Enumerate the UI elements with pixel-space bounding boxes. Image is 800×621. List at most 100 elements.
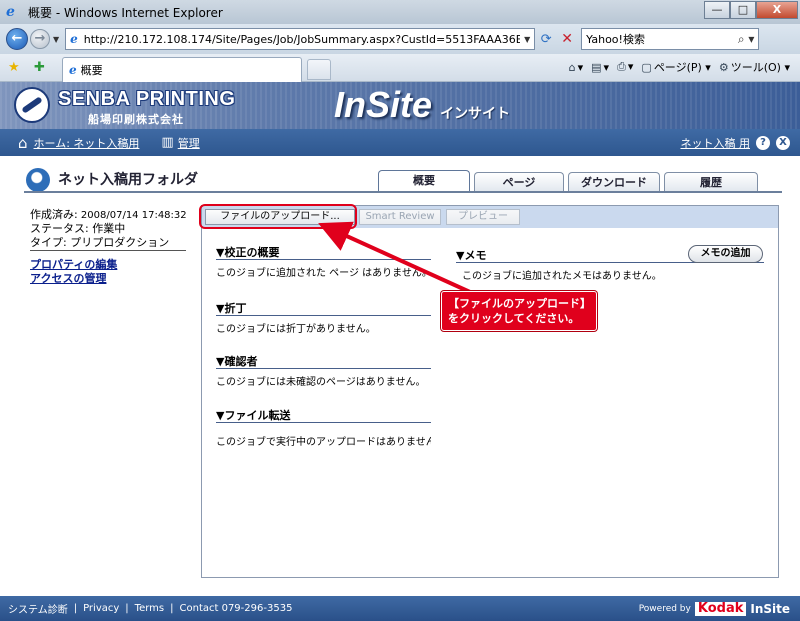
browser-tabbar: ★ ✚ e 概要 ⌂ ▾ ▤ ▾ ⎙ ▾ ▢ ページ(P) ▾ ⚙ ツール(O) ▾ <box>0 54 800 82</box>
smart-review-button[interactable]: Smart Review <box>359 209 441 225</box>
url-text[interactable]: http://210.172.108.174/Site/Pages/Job/Jo… <box>84 33 520 46</box>
site-banner: SENBA PRINTING 船場印刷株式会社 InSite インサイト <box>0 82 800 129</box>
favorites-star-icon[interactable]: ★ <box>8 60 20 75</box>
print-icon: ⎙ <box>617 60 626 73</box>
window-controls: — □ X <box>704 1 798 19</box>
approvers-section: ▼確認者 このジョブには未確認のページはありません。 <box>216 353 431 388</box>
forward-button[interactable]: → <box>30 29 50 49</box>
contact-text: Contact 079-296-3535 <box>179 603 293 614</box>
privacy-link[interactable]: Privacy <box>83 603 119 614</box>
search-icon[interactable]: ⌕ ▾ <box>734 32 758 47</box>
browser-tab[interactable]: e 概要 <box>62 57 302 82</box>
type-text: タイプ: プリプロダクション <box>30 236 170 249</box>
page-footer: システム診断 | Privacy | Terms | Contact 079-2… <box>0 596 800 621</box>
signatures-text: このジョブには折丁がありません。 <box>216 324 376 335</box>
product-logo-kana: インサイト <box>440 106 510 122</box>
gear-icon: ⚙ <box>718 61 729 74</box>
home-command[interactable]: ⌂ ▾ <box>569 61 584 74</box>
feed-icon: ▤ <box>591 60 602 74</box>
stop-icon[interactable]: ✕ <box>557 31 577 47</box>
folder-icon <box>26 168 50 192</box>
summary-panel: ファイルのアップロード... Smart Review プレビュー ▼校正の概要… <box>201 205 779 578</box>
proof-summary-text: このジョブに追加された ページ はありません。 <box>216 268 431 279</box>
manage-access-link[interactable]: アクセスの管理 <box>30 272 117 286</box>
page-title: ネット入稿用フォルダ <box>58 172 198 188</box>
page-tabs: 概要 ページ ダウンロード 履歴 <box>378 170 762 192</box>
tab-ie-icon: e <box>69 63 77 77</box>
file-transfer-title: ▼ファイル転送 <box>216 407 431 423</box>
proof-summary-section: ▼校正の概要 このジョブに追加された ページ はありません。 <box>216 244 431 279</box>
product-logo: InSite <box>334 84 433 125</box>
maximize-button[interactable]: □ <box>730 1 756 19</box>
kodak-logo: Kodak <box>694 602 747 616</box>
back-button[interactable]: ← <box>6 28 28 50</box>
feeds-command[interactable]: ▤ ▾ <box>591 61 609 74</box>
upload-highlight-box <box>199 204 357 229</box>
company-logo-icon <box>14 87 50 123</box>
close-button[interactable]: X <box>756 1 798 19</box>
ie-icon: e <box>6 4 15 20</box>
file-transfer-text: このジョブで実行中のアップロードはありません。 <box>216 437 431 448</box>
tab-summary[interactable]: 概要 <box>378 170 470 192</box>
approvers-text: このジョブには未確認のページはありません。 <box>216 377 426 388</box>
tab-history[interactable]: 履歴 <box>664 172 758 192</box>
callout-line-1: 【ファイルのアップロード】 <box>448 297 591 310</box>
status-text: ステータス: 作業中 <box>30 222 126 235</box>
terms-link[interactable]: Terms <box>135 603 164 614</box>
window-titlebar: e 概要 - Windows Internet Explorer — □ X <box>0 0 800 24</box>
signatures-section: ▼折丁 このジョブには折丁がありません。 <box>216 300 431 335</box>
page-menu[interactable]: ▢ ページ(P) ▾ <box>641 59 710 75</box>
system-diagnostics-link[interactable]: システム診断 <box>8 601 68 616</box>
admin-icon: ▥ <box>161 135 174 150</box>
minimize-button[interactable]: — <box>704 1 730 19</box>
address-bar: ← → ▼ e http://210.172.108.174/Site/Page… <box>0 24 800 54</box>
help-icon[interactable]: ? <box>756 136 770 150</box>
left-links: プロパティの編集 アクセスの管理 <box>30 258 117 286</box>
preview-button[interactable]: プレビュー <box>446 209 520 225</box>
tab-pages[interactable]: ページ <box>474 172 564 192</box>
new-tab-button[interactable] <box>307 59 331 80</box>
nav-home-link[interactable]: ホーム: ネット入稿用 <box>34 135 140 151</box>
proof-summary-title: ▼校正の概要 <box>216 244 431 260</box>
account-link[interactable]: ネット入稿 用 <box>681 135 751 151</box>
search-input[interactable] <box>586 32 735 46</box>
approvers-title: ▼確認者 <box>216 353 431 369</box>
header-divider <box>24 191 782 193</box>
company-name: SENBA PRINTING <box>58 88 236 110</box>
print-command[interactable]: ⎙ ▾ <box>617 60 633 74</box>
history-dropdown-icon[interactable]: ▼ <box>53 35 59 44</box>
page-header: ネット入稿用フォルダ 概要 ページ ダウンロード 履歴 <box>0 156 800 196</box>
url-dropdown-icon[interactable]: ▼ <box>520 35 534 44</box>
callout-line-2: をクリックしてください。 <box>448 312 580 325</box>
tools-menu[interactable]: ⚙ ツール(O) ▾ <box>719 59 790 75</box>
page-menu-icon: ▢ <box>641 61 652 74</box>
logout-icon[interactable]: X <box>776 136 790 150</box>
add-favorite-icon[interactable]: ✚ <box>34 60 45 75</box>
url-field[interactable]: e http://210.172.108.174/Site/Pages/Job/… <box>65 28 536 50</box>
memo-text: このジョブに追加されたメモはありません。 <box>462 271 662 282</box>
company-name-sub: 船場印刷株式会社 <box>88 113 184 126</box>
edit-properties-link[interactable]: プロパティの編集 <box>30 258 117 272</box>
window-title: 概要 - Windows Internet Explorer <box>28 5 223 20</box>
insite-footer-logo: InSite <box>750 602 790 616</box>
instruction-callout: 【ファイルのアップロード】 をクリックしてください。 <box>441 291 597 331</box>
created-value: 2008/07/14 17:48:32 <box>80 210 187 221</box>
created-label: 作成済み: <box>30 208 78 221</box>
add-memo-button[interactable]: メモの追加 <box>688 245 763 263</box>
home-icon: ⌂ <box>18 133 28 152</box>
left-divider <box>30 250 186 251</box>
command-bar: ⌂ ▾ ▤ ▾ ⎙ ▾ ▢ ページ(P) ▾ ⚙ ツール(O) ▾ <box>569 59 790 75</box>
tab-download[interactable]: ダウンロード <box>568 172 660 192</box>
refresh-icon[interactable]: ⟳ <box>535 32 557 47</box>
signatures-title: ▼折丁 <box>216 300 431 316</box>
home-icon: ⌂ <box>568 60 576 74</box>
file-transfer-section: ▼ファイル転送 このジョブで実行中のアップロードはありません。 <box>216 407 431 448</box>
app-nav: ⌂ ホーム: ネット入稿用 ▥ 管理 ネット入稿 用 ? X <box>0 129 800 156</box>
search-box[interactable]: ⌕ ▾ <box>581 28 760 50</box>
browser-tab-label: 概要 <box>80 64 103 77</box>
job-meta: 作成済み: 2008/07/14 17:48:32 ステータス: 作業中 タイプ… <box>30 208 190 250</box>
nav-admin-link[interactable]: 管理 <box>178 135 200 151</box>
powered-by: Powered by Kodak InSite <box>639 602 790 616</box>
powered-by-text: Powered by <box>638 604 691 614</box>
page-icon: e <box>70 32 78 46</box>
